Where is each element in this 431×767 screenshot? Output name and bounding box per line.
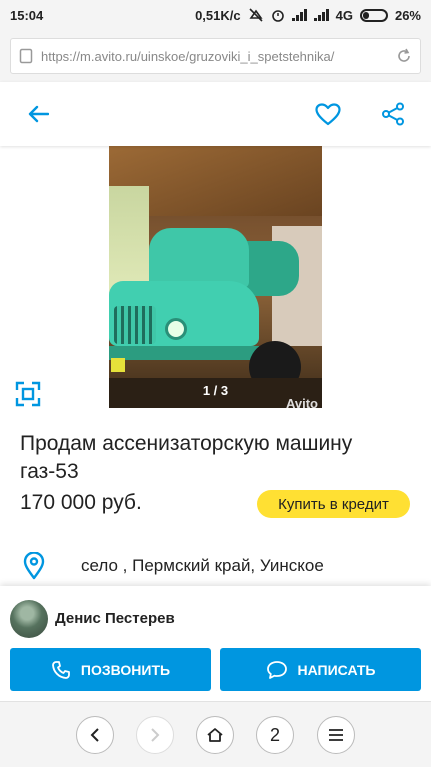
alarm-icon (271, 10, 284, 22)
status-time: 15:04 (10, 7, 44, 23)
browser-address-bar: https://m.avito.ru/uinskoe/gruzoviki_i_s… (0, 30, 431, 82)
call-button[interactable]: ПОЗВОНИТЬ (10, 648, 211, 691)
location-pin-icon (23, 552, 45, 580)
signal-icon (291, 9, 307, 21)
network-speed: 0,51K/c (195, 7, 241, 23)
heart-icon (315, 102, 341, 125)
app-header (0, 82, 431, 146)
seller-avatar[interactable] (10, 600, 48, 638)
signal-icon-2 (313, 9, 329, 21)
buy-on-credit-button[interactable]: Купить в кредит (257, 490, 410, 518)
battery-icon (359, 8, 388, 22)
chat-icon (266, 660, 287, 679)
chevron-left-icon (90, 728, 99, 742)
phone-icon (52, 660, 70, 679)
back-button[interactable] (20, 96, 56, 132)
write-message-button[interactable]: НАПИСАТЬ (220, 648, 421, 691)
home-icon (207, 728, 223, 742)
browser-back-button[interactable] (76, 716, 114, 754)
menu-icon (329, 729, 343, 741)
avito-watermark: Avito (285, 396, 318, 411)
mute-icon (249, 8, 263, 22)
url-field[interactable]: https://m.avito.ru/uinskoe/gruzoviki_i_s… (10, 38, 421, 74)
write-button-label: НАПИСАТЬ (297, 661, 376, 678)
status-bar: 15:04 0,51K/c 4G 26% (0, 0, 431, 30)
seller-panel: Денис Пестерев ПОЗВОНИТЬ НАПИСАТЬ (0, 586, 431, 701)
browser-tabs-button[interactable]: 2 (256, 716, 294, 754)
location-row[interactable]: село , Пермский край, Уинское (0, 546, 431, 584)
call-button-label: ПОЗВОНИТЬ (80, 661, 171, 678)
browser-forward-button[interactable] (136, 716, 174, 754)
fullscreen-button[interactable] (14, 380, 42, 408)
chevron-right-icon (151, 728, 160, 742)
listing-price: 170 000 руб. (20, 491, 142, 514)
tab-count: 2 (269, 724, 280, 745)
browser-bottom-toolbar: 2 (0, 701, 431, 767)
page-info-icon[interactable] (19, 48, 33, 64)
photo-gallery[interactable]: 1 / 3 Avito (0, 146, 431, 411)
url-text[interactable]: https://m.avito.ru/uinskoe/gruzoviki_i_s… (33, 49, 396, 64)
listing-photo[interactable] (109, 146, 322, 408)
share-button[interactable] (375, 96, 411, 132)
location-text: село , Пермский край, Уинское (81, 556, 324, 575)
share-icon (382, 102, 404, 126)
fullscreen-icon (15, 381, 41, 407)
seller-name[interactable]: Денис Пестерев (55, 610, 175, 627)
network-type: 4G (335, 7, 353, 23)
back-arrow-icon (28, 105, 49, 123)
favorite-button[interactable] (310, 96, 346, 132)
reload-icon[interactable] (396, 48, 412, 64)
browser-home-button[interactable] (196, 716, 234, 754)
browser-menu-button[interactable] (317, 716, 355, 754)
listing-title: Продам ассенизаторскую машину газ-53 (20, 432, 353, 483)
battery-percent: 26% (394, 7, 421, 23)
